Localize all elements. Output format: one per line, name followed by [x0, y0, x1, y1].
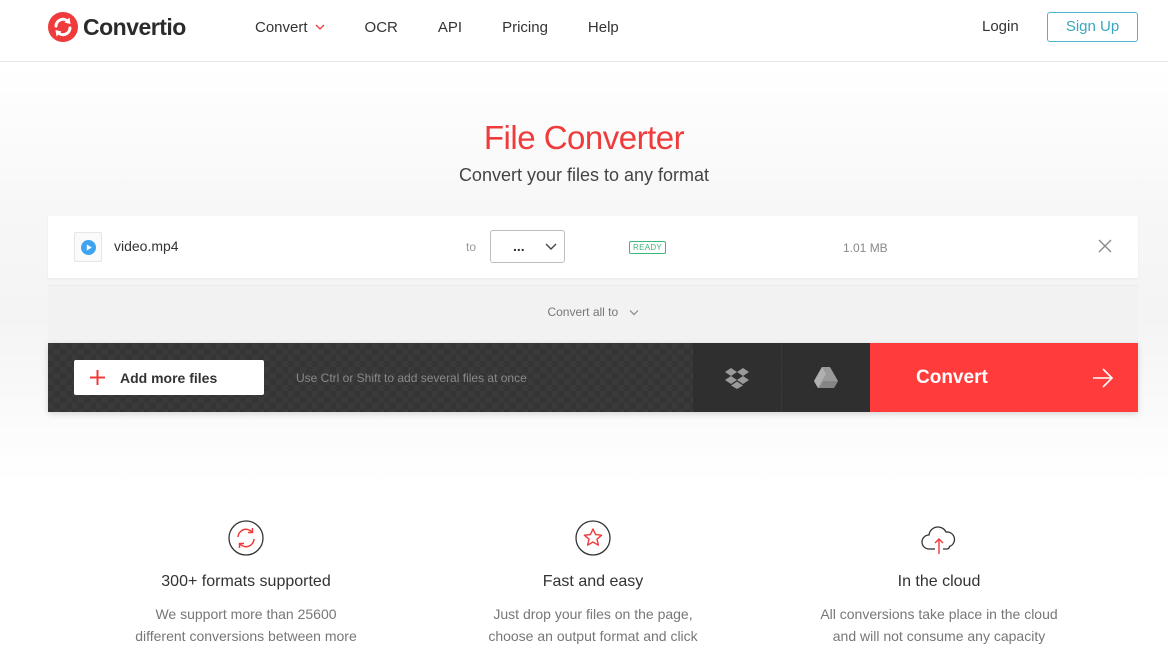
file-name: video.mp4 [114, 238, 179, 254]
refresh-icon [228, 520, 264, 556]
chevron-down-icon [545, 243, 557, 250]
multi-select-hint: Use Ctrl or Shift to add several files a… [296, 371, 527, 385]
nav-pricing[interactable]: Pricing [502, 19, 548, 36]
google-drive-button[interactable] [782, 343, 870, 412]
status-badge: READY [629, 241, 667, 254]
chevron-down-icon [315, 24, 324, 30]
feature-title: Fast and easy [542, 573, 644, 590]
feature-desc-line: different conversions between more [135, 628, 357, 644]
chevron-down-icon [629, 309, 638, 316]
google-drive-icon [814, 367, 838, 388]
convert-all-label: Convert all to [547, 305, 619, 319]
page-title: File Converter [483, 119, 685, 156]
nav-convert-label: Convert [255, 18, 308, 36]
file-type-icon [74, 232, 102, 262]
cloud-upload-icon [921, 526, 956, 554]
nav-help[interactable]: Help [588, 19, 619, 36]
convertio-logo-icon [48, 12, 78, 42]
feature-desc-line: Just drop your files on the page, [493, 606, 693, 622]
close-icon[interactable] [1098, 239, 1112, 253]
feature-title: In the cloud [897, 573, 981, 590]
feature-desc-line: and will not consume any capacity [832, 628, 1046, 644]
output-format-value: ... [513, 238, 525, 254]
feature-formats: 300+ formats supported We support more t… [86, 518, 406, 647]
dropbox-button[interactable] [693, 343, 781, 412]
main-nav: Convert OCR API Pricing Help [255, 0, 659, 54]
convert-button[interactable]: Convert [870, 343, 1138, 412]
feature-description: We support more than 25600 different con… [86, 603, 406, 647]
file-row: video.mp4 to ... READY 1.01 MB [48, 216, 1138, 278]
to-label: to [466, 240, 477, 254]
file-size: 1.01 MB [843, 241, 888, 255]
feature-desc-line: All conversions take place in the cloud [820, 606, 1058, 622]
nav-api[interactable]: API [438, 19, 462, 36]
nav-ocr[interactable]: OCR [365, 19, 398, 36]
add-files-label: Add more files [120, 370, 218, 386]
feature-desc-line: choose an output format and click [488, 628, 698, 644]
star-icon [575, 520, 611, 556]
play-icon [80, 239, 96, 255]
plus-icon [90, 370, 105, 385]
brand-name: Convertio [83, 14, 186, 40]
dropbox-icon [725, 367, 749, 389]
convert-button-label: Convert [916, 367, 988, 388]
feature-description: All conversions take place in the cloud … [779, 603, 1099, 647]
top-header: Convertio Convert OCR API Pricing Help L… [0, 0, 1168, 62]
feature-cloud: In the cloud All conversions take place … [779, 518, 1099, 647]
convert-all-dropdown[interactable]: Convert all to [48, 304, 1138, 320]
signup-button[interactable]: Sign Up [1047, 12, 1138, 42]
feature-description: Just drop your files on the page, choose… [433, 603, 753, 647]
feature-fast: Fast and easy Just drop your files on th… [433, 518, 753, 647]
action-bar: Add more files Use Ctrl or Shift to add … [48, 343, 1138, 412]
convert-all-row: Convert all to [48, 285, 1138, 343]
arrow-right-icon [1093, 368, 1114, 388]
feature-title: 300+ formats supported [161, 573, 331, 590]
add-files-button[interactable]: Add more files [74, 360, 264, 395]
login-link[interactable]: Login [982, 17, 1019, 37]
nav-convert[interactable]: Convert [255, 19, 325, 36]
page-subtitle: Convert your files to any format [458, 165, 710, 185]
brand-logo[interactable]: Convertio [48, 12, 186, 42]
output-format-select[interactable]: ... [490, 230, 565, 263]
feature-desc-line: We support more than 25600 [155, 606, 337, 622]
